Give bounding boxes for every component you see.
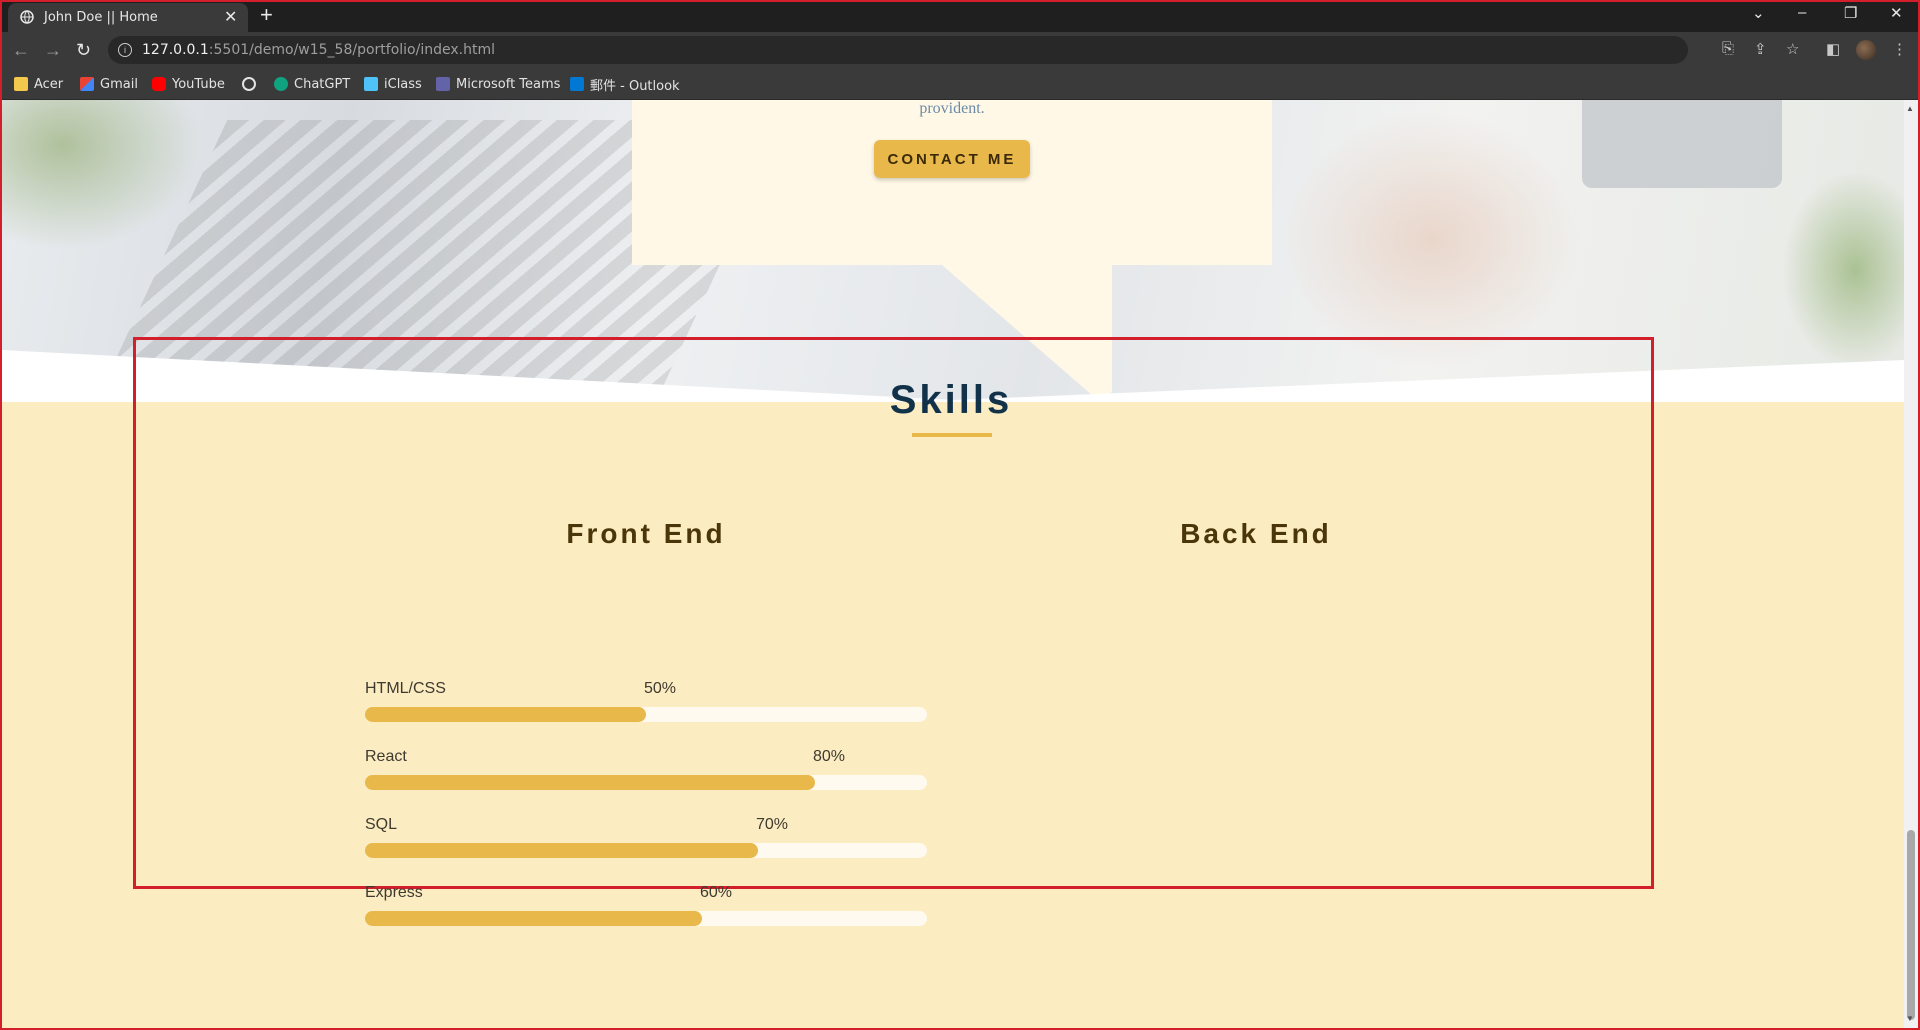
minimize-icon[interactable]: –: [1798, 4, 1806, 21]
back-end-title: Back End: [1180, 518, 1332, 549]
skill-progress-track: [365, 843, 927, 858]
folder-icon: [14, 77, 28, 91]
bookmark-star-icon[interactable]: ☆: [1786, 40, 1799, 58]
bookmark-chatgpt[interactable]: ChatGPT: [274, 75, 350, 93]
page-scrollbar[interactable]: ▲ ▼: [1904, 100, 1918, 1028]
skill-progress-fill: [365, 775, 815, 790]
skills-title: Skills: [889, 378, 1013, 422]
browser-toolbar: ← → ↻ i 127.0.0.1:5501/demo/w15_58/portf…: [0, 32, 1920, 68]
side-panel-icon[interactable]: ◧: [1826, 40, 1840, 58]
outlook-icon: [570, 77, 584, 91]
bookmark-iclass[interactable]: iClass: [364, 75, 422, 93]
bookmark-outlook[interactable]: 郵件 - Outlook: [570, 75, 680, 94]
about-text-tail: provident.: [919, 100, 985, 117]
skill-name: React: [365, 748, 407, 765]
forward-icon[interactable]: →: [44, 40, 62, 61]
scrollbar-thumb[interactable]: [1907, 830, 1915, 1020]
bookmarks-bar: Acer Gmail YouTube ChatGPT iClass Micros…: [0, 68, 1920, 100]
globe-icon: [20, 10, 34, 24]
skill-percent: 60%: [700, 884, 733, 901]
bookmark-youtube[interactable]: YouTube: [152, 75, 225, 93]
iclass-icon: [364, 77, 378, 91]
restore-icon[interactable]: ❐: [1844, 4, 1857, 22]
skill-name: HTML/CSS: [365, 680, 446, 697]
bookmark-teams[interactable]: Microsoft Teams: [436, 75, 560, 93]
skill-progress-fill: [365, 707, 646, 722]
share-icon[interactable]: ⇪: [1754, 40, 1767, 58]
title-underline: [912, 433, 992, 437]
new-tab-icon[interactable]: +: [260, 2, 273, 28]
contact-me-button[interactable]: CONTACT ME: [874, 140, 1030, 178]
browser-tab-bar: John Doe || Home ✕ + ⌄ – ❐ ✕: [0, 0, 1920, 32]
profile-avatar[interactable]: [1856, 40, 1876, 60]
bookmark-globe[interactable]: [242, 75, 256, 93]
chatgpt-icon: [274, 77, 288, 91]
skill-name: SQL: [365, 816, 398, 833]
menu-kebab-icon[interactable]: ⋮: [1892, 40, 1907, 58]
address-bar[interactable]: i 127.0.0.1:5501/demo/w15_58/portfolio/i…: [108, 36, 1688, 64]
skill-name: Express: [365, 884, 423, 901]
browser-tab[interactable]: John Doe || Home ✕: [8, 3, 248, 32]
skill-progress-fill: [365, 911, 702, 926]
url-text: 127.0.0.1:5501/demo/w15_58/portfolio/ind…: [142, 42, 495, 58]
about-speech-bubble: [632, 100, 1272, 265]
skill-progress-track: [365, 911, 927, 926]
scroll-down-icon[interactable]: ▼: [1906, 1014, 1914, 1023]
skill-percent: 50%: [644, 680, 677, 697]
teams-icon: [436, 77, 450, 91]
gmail-icon: [80, 77, 94, 91]
youtube-icon: [152, 77, 166, 91]
globe-icon: [242, 77, 256, 91]
close-window-icon[interactable]: ✕: [1890, 4, 1903, 22]
skill-percent: 80%: [813, 748, 846, 765]
close-tab-icon[interactable]: ✕: [224, 7, 237, 27]
skill-percent: 70%: [756, 816, 789, 833]
front-end-title: Front End: [566, 518, 726, 549]
bookmark-gmail[interactable]: Gmail: [80, 75, 138, 93]
skill-progress-fill: [365, 843, 758, 858]
tab-search-chevron-icon[interactable]: ⌄: [1752, 4, 1765, 22]
site-info-icon[interactable]: i: [118, 43, 132, 57]
skill-progress-track: [365, 775, 927, 790]
skill-progress-track: [365, 707, 927, 722]
reload-icon[interactable]: ↻: [76, 40, 91, 61]
translate-icon[interactable]: ⎘: [1722, 40, 1734, 57]
tab-title: John Doe || Home: [44, 10, 158, 25]
bookmark-acer[interactable]: Acer: [14, 75, 63, 93]
back-icon[interactable]: ←: [12, 40, 30, 61]
scroll-up-icon[interactable]: ▲: [1906, 104, 1914, 113]
